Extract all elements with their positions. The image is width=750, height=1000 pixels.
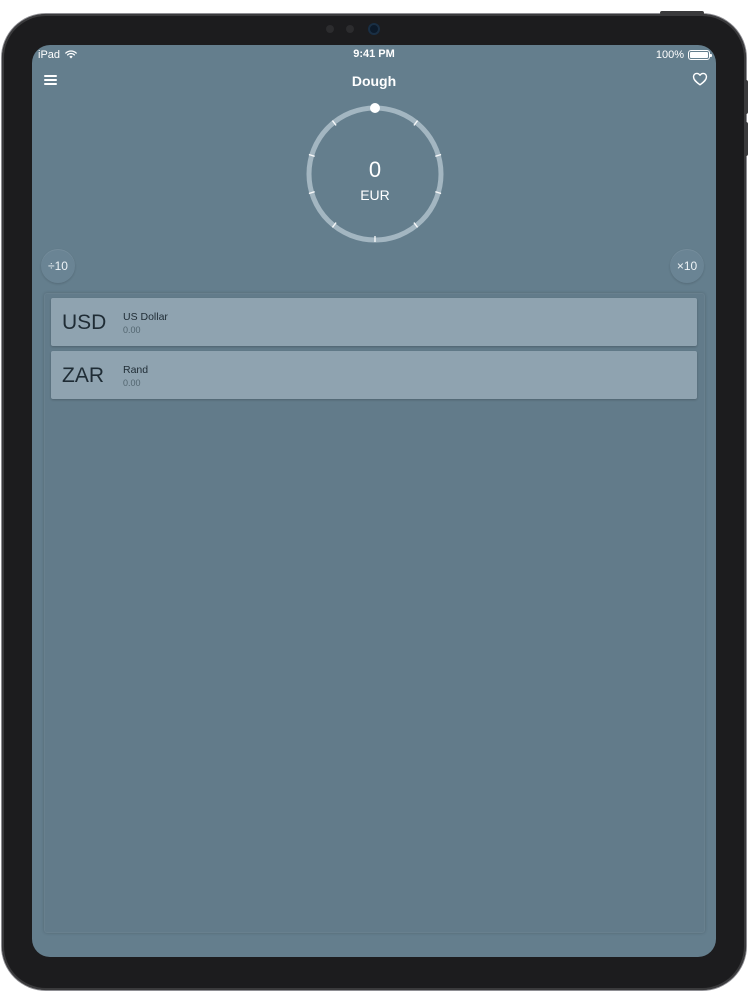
currency-name: US Dollar (123, 311, 168, 323)
currency-value: 0.00 (123, 378, 141, 388)
status-time: 9:41 PM (353, 48, 395, 60)
currency-code: ZAR (62, 364, 104, 387)
currency-code: USD (62, 311, 107, 334)
dial-handle[interactable] (370, 103, 380, 113)
currency-list: USD US Dollar 0.00 ZAR Rand 0.00 (44, 293, 705, 933)
divide-by-ten-button[interactable]: ÷10 (41, 249, 75, 283)
currency-name: Rand (123, 364, 149, 376)
currency-value: 0.00 (123, 325, 141, 335)
amount-value: 0 (368, 157, 382, 182)
heart-icon[interactable] (692, 71, 708, 87)
sensor-dot (326, 25, 334, 33)
camera-bar (318, 20, 428, 38)
page-title: Dough (351, 73, 397, 89)
amount-dial[interactable]: 0 EUR (302, 101, 448, 247)
currency-row-zar[interactable]: ZAR Rand 0.00 (51, 351, 697, 399)
nav-bar: Dough (32, 67, 716, 93)
camera-icon (368, 23, 380, 35)
volume-up-button (744, 80, 748, 114)
top-button (660, 11, 704, 15)
battery-fill (690, 52, 708, 58)
status-right: 100% (655, 49, 712, 61)
base-currency: EUR (360, 187, 390, 203)
currency-row-usd[interactable]: USD US Dollar 0.00 (51, 298, 697, 346)
battery-percent: 100% (655, 49, 684, 61)
multiply-by-ten-button[interactable]: ×10 (670, 249, 704, 283)
app-screen: iPad 9:41 PM 100% Dough 0 EUR ÷10 ×10 US… (32, 45, 716, 957)
battery-icon (688, 50, 712, 60)
status-bar: iPad 9:41 PM 100% (32, 45, 716, 65)
sensor-dot (346, 25, 354, 33)
volume-down-button (744, 122, 748, 156)
